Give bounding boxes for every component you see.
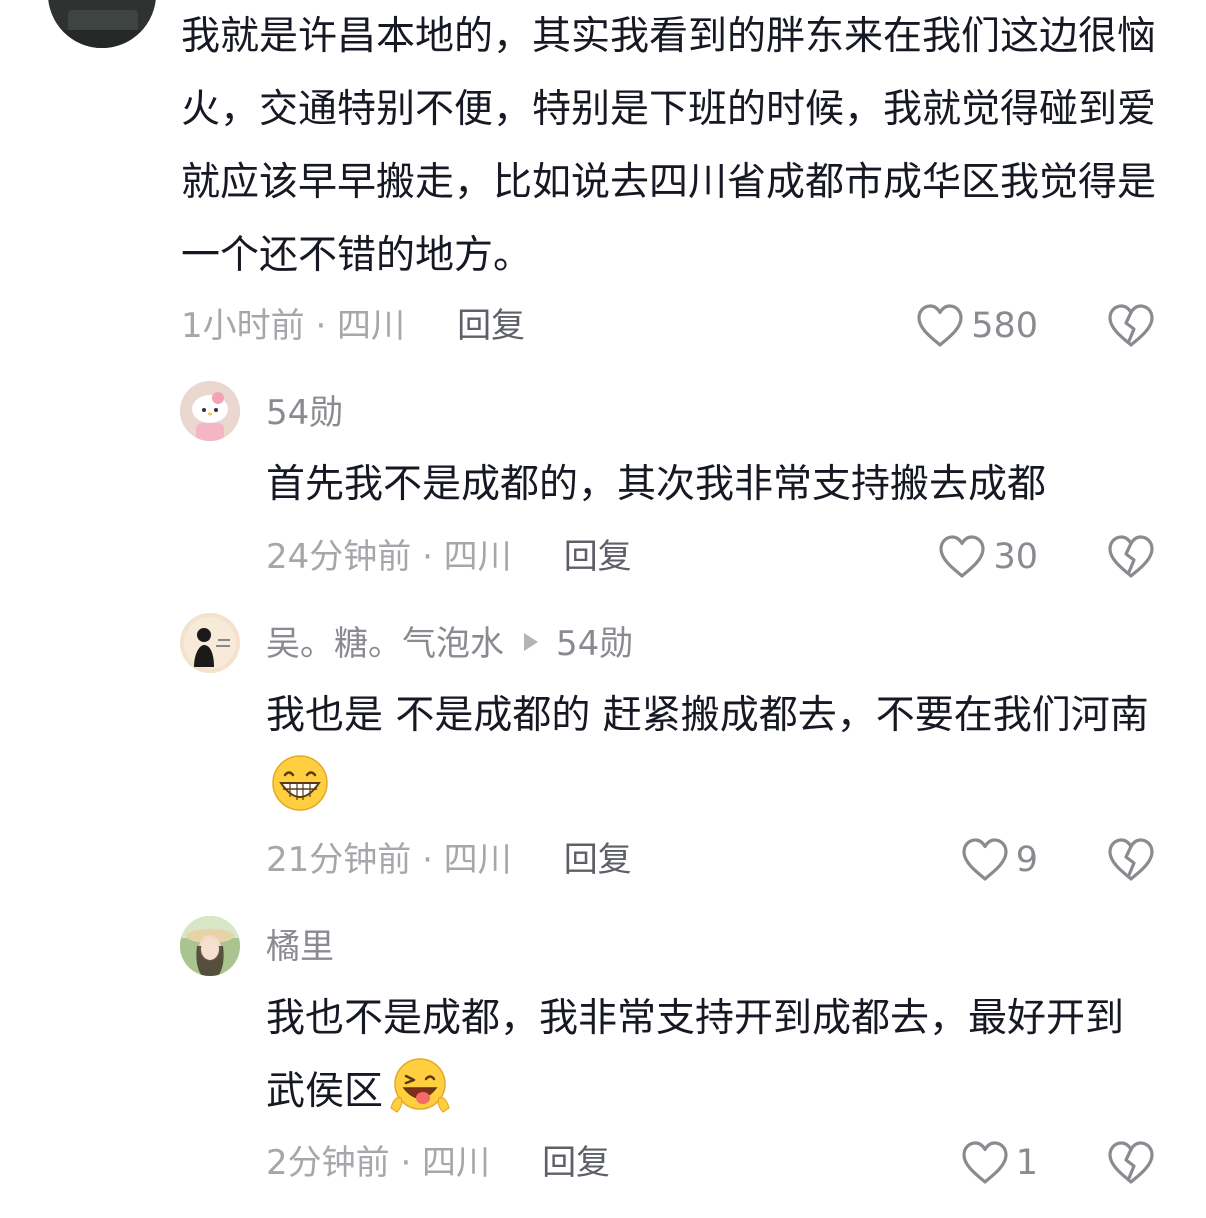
comment-text: 首先我不是成都的，其次我非常支持搬去成都 bbox=[266, 462, 1047, 507]
username[interactable]: 54勋 bbox=[266, 393, 343, 433]
like-button[interactable]: 580 bbox=[880, 303, 1038, 349]
like-button[interactable]: 30 bbox=[900, 534, 1038, 580]
comment-meta: 21分钟前 · 四川 回复 bbox=[266, 840, 632, 880]
comment-text: 我也不是成都，我非常支持开到成都去，最好开到武侯区 bbox=[266, 982, 1156, 1140]
comment-time-location: 2分钟前 · 四川 bbox=[266, 1143, 491, 1183]
reply-button[interactable]: 回复 bbox=[564, 537, 632, 577]
comment-meta: 24分钟前 · 四川 回复 bbox=[266, 537, 632, 577]
avatar-image bbox=[180, 613, 240, 673]
reply-button[interactable]: 回复 bbox=[542, 1143, 610, 1183]
broken-heart-icon bbox=[1108, 304, 1154, 347]
broken-heart-icon bbox=[1108, 838, 1154, 881]
heart-outline-icon bbox=[962, 1141, 1008, 1184]
grinning-face-emoji bbox=[270, 753, 330, 837]
dislike-button[interactable] bbox=[1107, 534, 1155, 580]
dislike-button[interactable] bbox=[1107, 303, 1155, 349]
username: 吴。糖。气泡水 54勋 bbox=[266, 624, 633, 664]
like-count: 9 bbox=[1015, 840, 1038, 880]
username[interactable]: 橘里 bbox=[266, 927, 334, 967]
avatar[interactable] bbox=[180, 613, 240, 673]
dislike-button[interactable] bbox=[1107, 1140, 1155, 1186]
username-text[interactable]: 吴。糖。气泡水 bbox=[266, 624, 504, 664]
dislike-button[interactable] bbox=[1107, 837, 1155, 883]
avatar[interactable] bbox=[48, 0, 156, 48]
avatar-image bbox=[48, 0, 156, 48]
avatar-image bbox=[180, 916, 240, 976]
like-count: 580 bbox=[971, 306, 1038, 346]
reply-button[interactable]: 回复 bbox=[457, 306, 525, 346]
comment-time-location: 24分钟前 · 四川 bbox=[266, 537, 512, 577]
heart-outline-icon bbox=[917, 304, 963, 347]
broken-heart-icon bbox=[1108, 1141, 1154, 1184]
like-count: 30 bbox=[993, 537, 1038, 577]
heart-outline-icon bbox=[962, 838, 1008, 881]
winking-tongue-face-emoji bbox=[387, 1056, 453, 1140]
heart-outline-icon bbox=[939, 535, 986, 578]
like-count: 1 bbox=[1015, 1143, 1038, 1183]
comment-time-location: 21分钟前 · 四川 bbox=[266, 840, 512, 880]
avatar[interactable] bbox=[180, 381, 240, 441]
avatar-image bbox=[180, 381, 240, 441]
comment-text-content: 我也是 不是成都的 赶紧搬成都去，不要在我们河南 bbox=[266, 693, 1149, 738]
reply-arrow-icon bbox=[524, 633, 538, 651]
like-button[interactable]: 1 bbox=[920, 1140, 1038, 1186]
comment-time-location: 1小时前 · 四川 bbox=[181, 306, 406, 346]
reply-to-username[interactable]: 54勋 bbox=[556, 624, 633, 664]
reply-button[interactable]: 回复 bbox=[564, 840, 632, 880]
comment-text: 我就是许昌本地的，其实我看到的胖东来在我们这边很恼火，交通特别不便，特别是下班的… bbox=[181, 14, 1157, 278]
comment-meta: 1小时前 · 四川 回复 bbox=[181, 306, 525, 346]
like-button[interactable]: 9 bbox=[920, 837, 1038, 883]
avatar[interactable] bbox=[180, 916, 240, 976]
broken-heart-icon bbox=[1108, 535, 1154, 578]
comment-meta: 2分钟前 · 四川 回复 bbox=[266, 1143, 610, 1183]
comment-text: 我也是 不是成都的 赶紧搬成都去，不要在我们河南 bbox=[266, 679, 1156, 837]
